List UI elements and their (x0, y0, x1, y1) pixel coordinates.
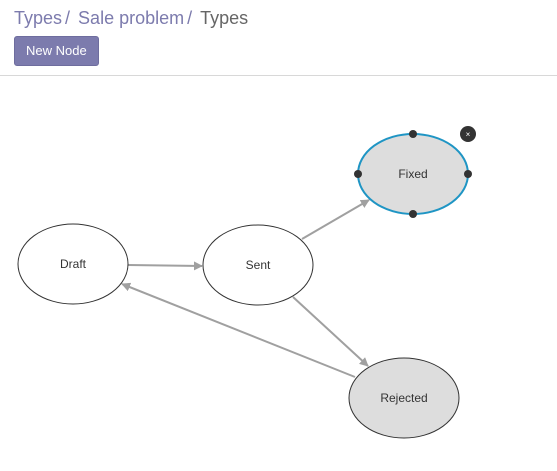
diagram-canvas[interactable]: Draft Sent Fixed × Rejected (0, 77, 557, 471)
edge-draft-sent[interactable] (127, 261, 203, 271)
breadcrumb-current: Types (200, 8, 249, 28)
diagram-svg: Draft Sent Fixed × Rejected (17, 126, 476, 439)
node-draft[interactable]: Draft (17, 223, 129, 305)
resize-handle-left[interactable] (354, 170, 362, 178)
node-label: Sent (246, 258, 271, 272)
breadcrumb-item-types[interactable]: Types (14, 8, 62, 28)
close-icon-glyph: × (466, 130, 471, 139)
breadcrumb-item-sale-problem[interactable]: Sale problem (78, 8, 184, 28)
page: Types / Sale problem / Types New Node Draft (0, 0, 557, 471)
resize-handle-top[interactable] (409, 130, 417, 138)
node-label: Draft (60, 257, 87, 271)
node-label: Rejected (380, 391, 427, 405)
resize-handle-right[interactable] (464, 170, 472, 178)
breadcrumb-separator: / (65, 8, 71, 28)
breadcrumb-separator: / (187, 8, 193, 28)
control-panel: Types / Sale problem / Types New Node (0, 0, 557, 76)
node-sent[interactable]: Sent (202, 224, 314, 306)
remove-node-button[interactable]: × (460, 126, 476, 142)
breadcrumb: Types / Sale problem / Types (14, 7, 248, 29)
edge-sent-fixed[interactable] (301, 199, 370, 240)
node-label: Fixed (398, 167, 427, 181)
node-rejected[interactable]: Rejected (348, 357, 460, 439)
edge-sent-rejected[interactable] (292, 296, 369, 367)
node-fixed[interactable]: Fixed (354, 130, 472, 218)
new-node-button[interactable]: New Node (14, 36, 99, 66)
resize-handle-bottom[interactable] (409, 210, 417, 218)
